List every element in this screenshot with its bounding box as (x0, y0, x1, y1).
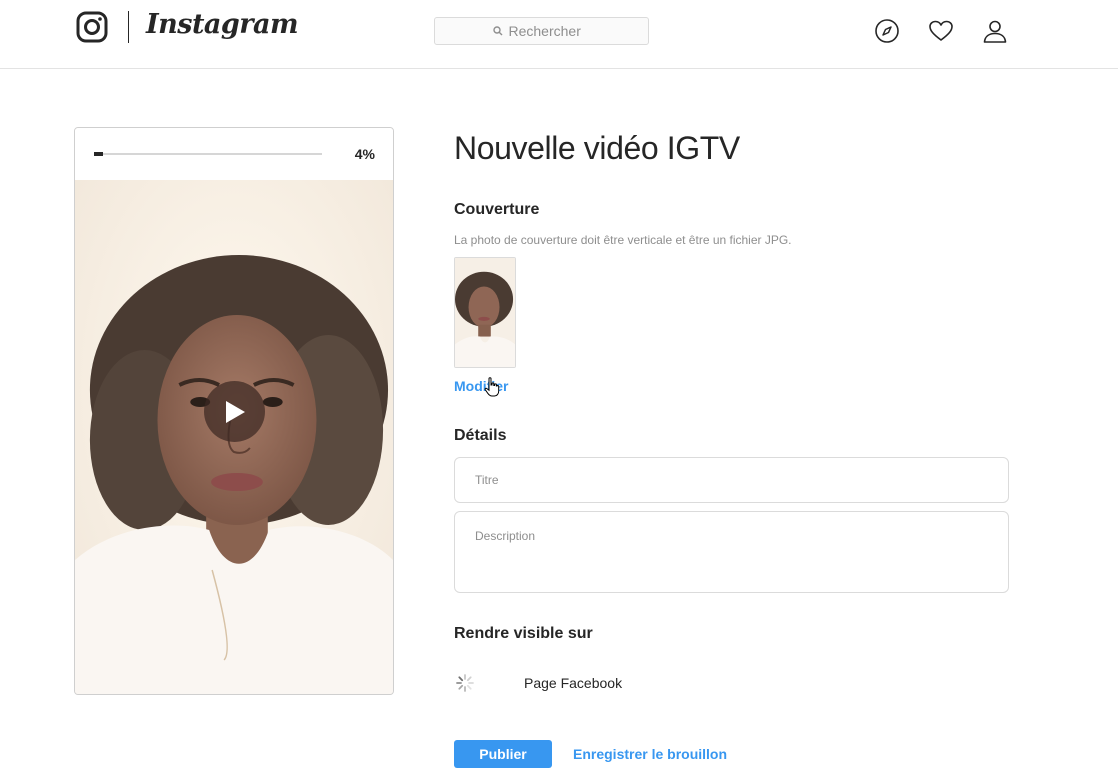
spinner-icon (456, 674, 474, 692)
upload-progress-fill (94, 152, 104, 156)
search-icon (492, 26, 502, 36)
cover-section-label: Couverture (454, 201, 540, 218)
visibility-section-label: Rendre visible sur (454, 625, 593, 642)
upload-progress-percent: 4% (354, 146, 375, 162)
heart-icon[interactable] (928, 18, 954, 44)
play-button[interactable] (204, 381, 265, 442)
facebook-page-label: Page Facebook (524, 675, 623, 691)
details-section-label: Détails (454, 427, 507, 444)
top-navigation-bar: Instagram (0, 0, 1118, 69)
video-preview-card: 4% (74, 127, 394, 695)
instagram-wordmark[interactable]: Instagram (146, 9, 299, 40)
cover-hint-text: La photo de couverture doit être vertica… (454, 233, 792, 247)
save-draft-link[interactable]: Enregistrer le brouillon (573, 746, 727, 762)
modify-cover-link[interactable]: Modifier (454, 378, 508, 394)
play-icon (225, 400, 245, 423)
search-input[interactable] (508, 23, 591, 39)
search-box[interactable] (434, 17, 649, 45)
title-input[interactable] (454, 457, 1009, 503)
page-title: Nouvelle vidéo IGTV (454, 130, 740, 166)
hand-pointer-icon (484, 377, 500, 397)
logo-divider (128, 11, 129, 43)
cover-thumbnail[interactable] (454, 257, 516, 368)
publish-button[interactable]: Publier (454, 740, 552, 768)
compass-icon[interactable] (874, 18, 900, 44)
user-icon[interactable] (982, 18, 1008, 44)
description-textarea[interactable] (454, 511, 1009, 593)
upload-progress-area: 4% (75, 128, 393, 180)
instagram-glyph-icon[interactable] (76, 11, 108, 43)
upload-progress-bar (94, 152, 322, 156)
